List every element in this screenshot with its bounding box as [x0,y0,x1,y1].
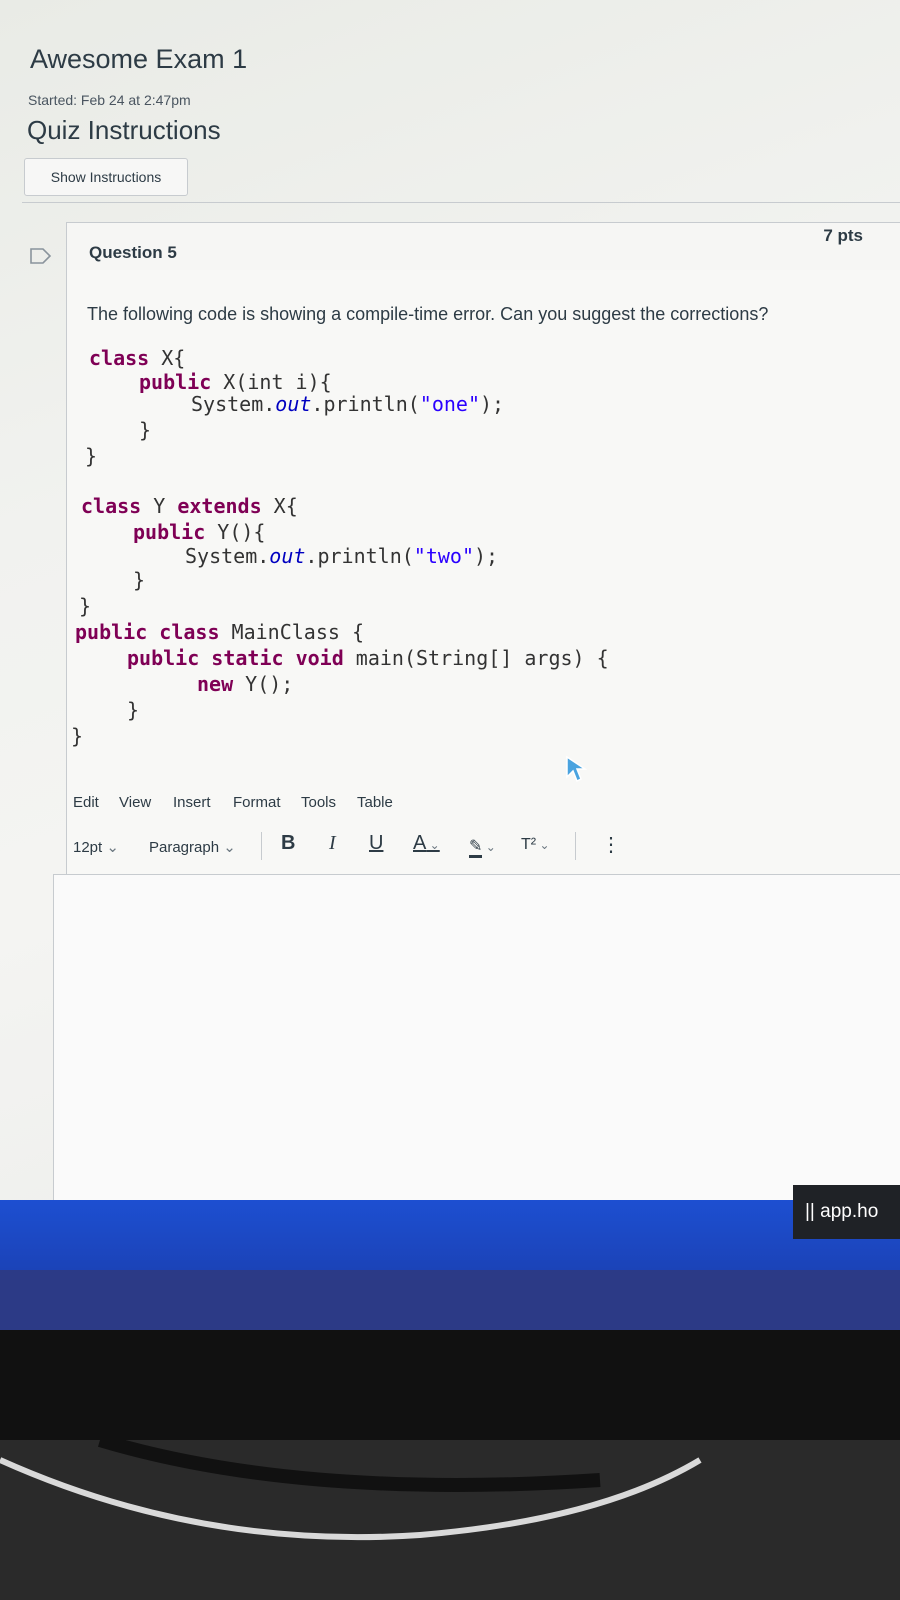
code-line: System.out.println("one"); [191,392,505,416]
italic-button[interactable]: I [329,832,336,855]
code-line: public X(int i){ [139,370,332,394]
block-format-select[interactable]: Paragraph ⌄ [149,838,236,856]
code-line: class Y extends X{ [81,494,298,518]
font-size-select[interactable]: 12pt ⌄ [73,838,119,856]
more-options-button[interactable]: ⋮ [601,832,621,857]
question-text: The following code is showing a compile-… [87,304,769,324]
menu-view[interactable]: View [119,794,151,811]
taskbar-lower-band [0,1270,900,1330]
question-header: Question 5 7 pts [66,222,900,272]
flag-question-icon[interactable] [30,248,52,264]
code-line: } [127,698,140,722]
code-line: public class MainClass { [75,620,365,644]
answer-editor[interactable] [53,874,900,1200]
menu-tools[interactable]: Tools [301,794,336,811]
toolbar-divider [575,832,576,860]
menu-table[interactable]: Table [357,794,393,811]
chevron-down-icon: ⌄ [482,840,496,854]
code-line: } [79,594,92,618]
chevron-down-icon: ⌄ [426,838,440,852]
chevron-down-icon: ⌄ [106,839,119,856]
superscript-button[interactable]: T² ⌄ [521,836,550,854]
question-body: The following code is showing a compile-… [53,270,900,1200]
quiz-instructions-heading: Quiz Instructions [27,115,221,145]
menu-edit[interactable]: Edit [73,794,99,811]
code-line: class X{ [89,346,186,370]
show-instructions-button[interactable]: Show Instructions [24,158,188,196]
divider [22,202,900,203]
exam-title: Awesome Exam 1 [30,44,248,74]
code-line: } [71,724,84,748]
pencil-icon: ✎ [469,838,483,858]
highlight-color-button[interactable]: ✎ ⌄ [469,836,496,858]
code-line: System.out.println("two"); [185,544,499,568]
code-line: } [85,444,98,468]
chevron-down-icon: ⌄ [536,838,550,852]
taskbar [0,1200,900,1270]
code-line: public Y(){ [133,520,266,544]
cable-shape [0,1440,702,1541]
question-points: 7 pts [823,226,863,245]
underline-button[interactable]: U [369,832,383,855]
screen-share-indicator[interactable]: || app.ho [793,1185,900,1239]
menu-insert[interactable]: Insert [173,794,211,811]
chevron-down-icon: ⌄ [223,839,236,856]
text-color-button[interactable]: A ⌄ [413,832,440,855]
bold-button[interactable]: B [281,832,295,855]
code-line: public static void main(String[] args) { [127,646,609,670]
menu-format[interactable]: Format [233,794,281,811]
toolbar-divider [261,832,262,860]
mouse-cursor-icon [566,755,588,783]
started-timestamp: Started: Feb 24 at 2:47pm [28,92,191,108]
code-line: } [133,568,146,592]
question-title: Question 5 [89,243,177,262]
monitor-bezel [0,1330,900,1440]
code-line: } [139,418,152,442]
browser-screen: Awesome Exam 1 Started: Feb 24 at 2:47pm… [0,0,900,1200]
code-line: new Y(); [197,672,294,696]
